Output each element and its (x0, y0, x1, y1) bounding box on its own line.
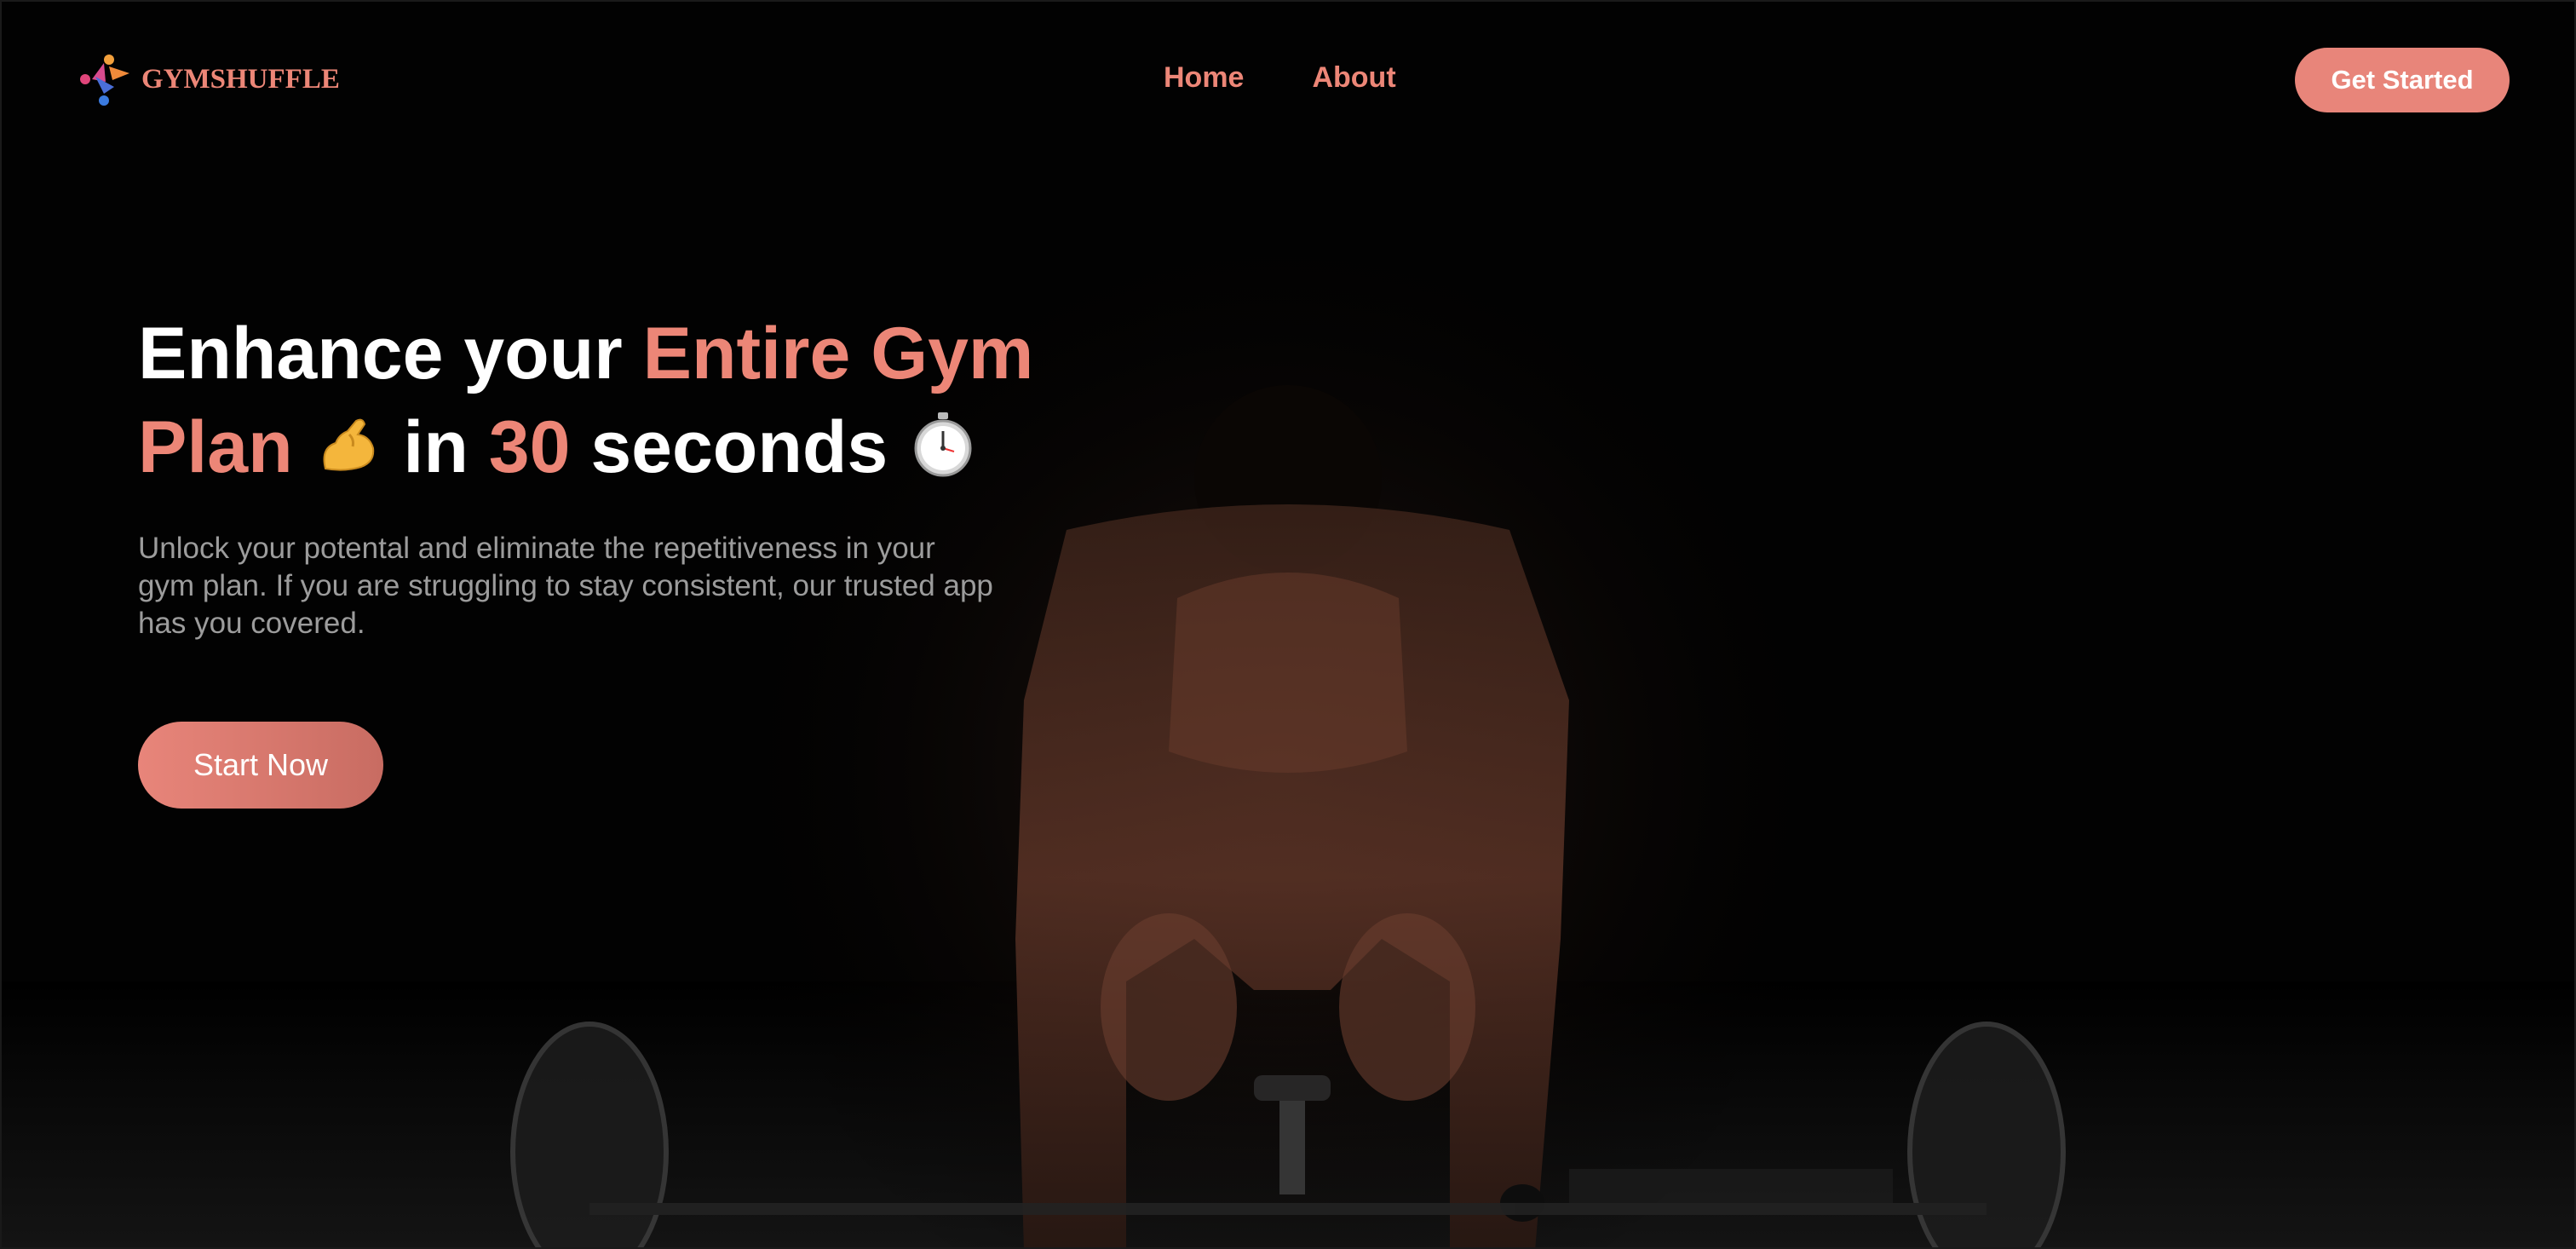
headline-part-1: Enhance your (138, 313, 643, 394)
brand-name: GYMSHUFFLE (141, 63, 340, 95)
get-started-button[interactable]: Get Started (2295, 48, 2510, 112)
top-navigation: GYMSHUFFLE Home About Get Started (2, 2, 2574, 155)
nav-links: Home About (1164, 61, 1396, 95)
hero-description: Unlock your potental and eliminate the r… (138, 532, 993, 640)
hero-headline: Enhance your Entire Gym Plan in 30 secon… (138, 307, 1160, 494)
stopwatch-icon (914, 412, 972, 477)
landing-page: GYMSHUFFLE Home About Get Started Enhanc… (0, 0, 2576, 1249)
nav-link-about[interactable]: About (1312, 61, 1395, 95)
brand-logo[interactable]: GYMSHUFFLE (78, 51, 340, 107)
nav-link-home[interactable]: Home (1164, 61, 1244, 95)
flexed-biceps-icon (323, 418, 374, 471)
start-now-button[interactable]: Start Now (138, 722, 383, 809)
logo-icon (80, 55, 129, 106)
headline-part-5: seconds (570, 406, 888, 488)
headline-highlight-30: 30 (488, 406, 571, 488)
headline-part-3: in (382, 406, 489, 488)
